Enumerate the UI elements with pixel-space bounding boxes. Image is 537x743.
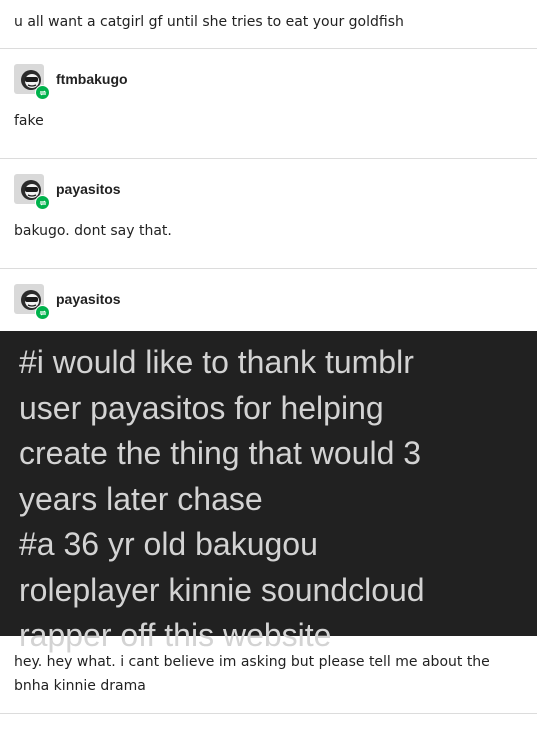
tag-line: #a 36 yr old bakugou: [19, 526, 318, 562]
reblog-entry: ftmbakugo fake: [0, 49, 537, 158]
divider: [0, 713, 537, 714]
reblog-header: payasitos: [0, 159, 537, 219]
reblog-icon: [35, 195, 50, 210]
avatar[interactable]: [14, 174, 50, 210]
reblog-icon: [35, 85, 50, 100]
tag-line: roleplayer kinnie soundcloud: [19, 571, 425, 608]
avatar[interactable]: [14, 284, 50, 320]
tag-line: years later chase: [19, 480, 263, 517]
username[interactable]: ftmbakugo: [56, 71, 128, 87]
tag-line: user payasitos for helping: [19, 389, 384, 426]
reply-line: bnha kinnie drama: [14, 678, 146, 694]
tags-block: #i would like to thank tumblr user payas…: [0, 331, 537, 653]
tag-line: create the thing that would 3: [19, 435, 422, 471]
username[interactable]: payasitos: [56, 181, 121, 197]
tag-line: #i would like to thank tumblr: [19, 344, 414, 380]
reblog-icon: [35, 305, 50, 320]
avatar[interactable]: [14, 64, 50, 100]
original-post: u all want a catgirl gf until she tries …: [0, 0, 537, 48]
post-text: bakugo. dont say that.: [14, 223, 172, 239]
reblog-entry: payasitos bakugo. dont say that.: [0, 159, 537, 268]
reblog-header: ftmbakugo: [0, 49, 537, 109]
reblog-header: payasitos: [0, 269, 537, 329]
reply-line: hey. hey what. i cant believe im asking …: [14, 654, 490, 670]
post-text: fake: [14, 113, 44, 129]
username[interactable]: payasitos: [56, 291, 121, 307]
post-text: u all want a catgirl gf until she tries …: [14, 14, 404, 30]
reblog-entry: payasitos: [0, 269, 537, 331]
